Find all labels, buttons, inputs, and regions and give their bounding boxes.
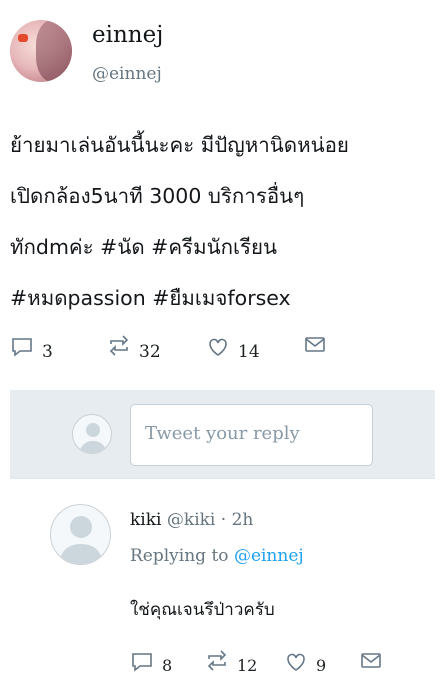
reply-like-button[interactable]: 9 [284,648,326,675]
reply-actions: 8 12 9 [0,648,445,678]
default-user-icon [79,423,107,453]
reply-like-count: 9 [316,656,327,675]
reply-icon [12,338,32,357]
reply-reply-count: 8 [162,656,173,675]
replying-prefix: Replying to [130,546,229,566]
avatar-hair [36,20,72,82]
heart-icon [209,338,227,356]
author-display-name[interactable]: einnej [92,22,163,48]
author-avatar[interactable] [10,20,72,82]
tweet-text-line: ย้ายมาเล่นอันนี้นะคะ มีปัญหานิดหน่อย [10,133,349,157]
tweet-text: ย้ายมาเล่นอันนี้นะคะ มีปัญหานิดหน่อย เปิ… [10,120,440,324]
retweet-count: 32 [139,342,161,362]
default-user-icon [59,516,103,564]
reply-retweet-button[interactable]: 12 [205,648,257,675]
reply-dm-button[interactable] [359,648,383,672]
dm-button[interactable] [303,332,327,356]
reply-reply-button[interactable]: 8 [130,648,172,675]
reply-button[interactable]: 3 [10,332,53,362]
reply-retweet-count: 12 [237,656,258,675]
reply-author-handle[interactable]: @kiki [167,510,215,530]
retweet-icon [109,335,129,356]
reply-author-avatar[interactable] [50,504,111,565]
like-count: 14 [238,342,260,362]
envelope-icon [305,337,325,352]
replying-mention[interactable]: @einnej [234,546,304,566]
current-user-avatar [72,414,112,454]
avatar-bow [18,34,28,42]
reply-timestamp[interactable]: 2h [232,510,254,530]
envelope-icon [361,653,381,668]
reply-header: kiki @kiki · 2h [130,510,253,530]
reply-text: ใช่คุณเจนรึป่าวครับ [130,600,275,620]
reply-input[interactable]: Tweet your reply [130,404,373,466]
divider [10,478,435,479]
like-button[interactable]: 14 [206,332,260,362]
heart-icon [287,653,305,671]
author-handle[interactable]: @einnej [92,64,162,84]
tweet-text-line: ทักdmค่ะ #นัด #ครีมนักเรียน [10,235,278,259]
tweet-text-line: #หมดpassion #ยืมเมจforsex [10,286,291,310]
reply-tweet: kiki @kiki · 2h Replying to @einnej ใช่ค… [0,490,445,700]
retweet-button[interactable]: 32 [107,332,161,362]
reply-author-name[interactable]: kiki [130,510,161,530]
tweet: einnej @einnej ย้ายมาเล่นอันนี้นะคะ มีปั… [0,0,445,390]
retweet-icon [207,649,227,671]
separator-dot: · [220,510,227,530]
replying-to: Replying to @einnej [130,546,304,566]
reply-icon [132,652,152,672]
tweet-text-line: เปิดกล้อง5นาที 3000 บริการอื่นๆ [10,184,305,208]
reply-composer: Tweet your reply [10,390,435,478]
reply-count: 3 [42,342,53,362]
tweet-actions: 3 32 14 [0,332,445,364]
